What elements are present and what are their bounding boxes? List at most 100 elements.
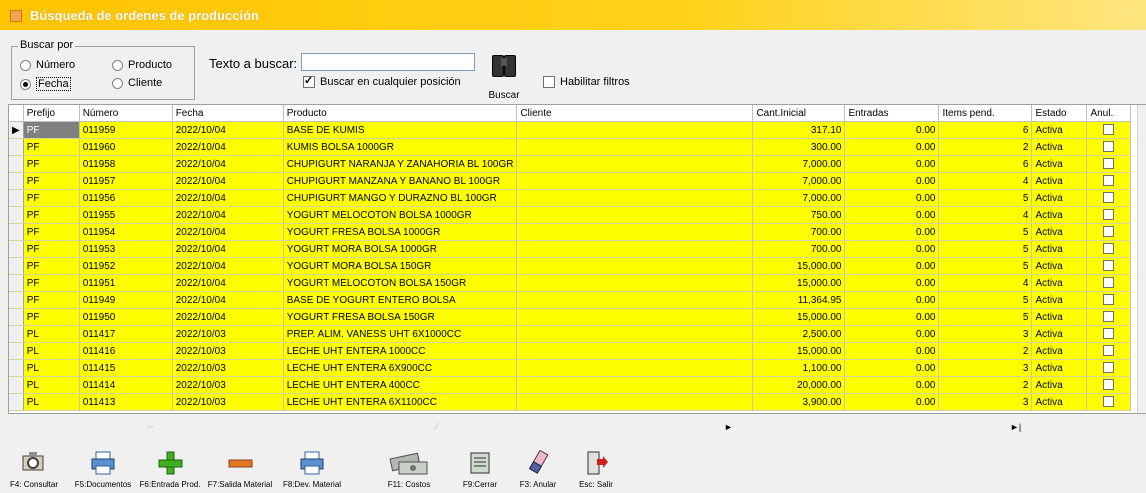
cell-estado[interactable]: Activa [1031, 359, 1088, 377]
cell-cant-inicial[interactable]: 317.10 [752, 121, 846, 139]
row-indicator[interactable] [9, 308, 24, 326]
cell-cant-inicial[interactable]: 15,000.00 [752, 308, 846, 326]
cell-prefijo[interactable]: PL [23, 393, 80, 411]
cell-fecha[interactable]: 2022/10/03 [172, 342, 284, 360]
cell-cliente[interactable] [516, 223, 754, 241]
cell-fecha[interactable]: 2022/10/04 [172, 257, 284, 275]
cell-fecha[interactable]: 2022/10/03 [172, 359, 284, 377]
cell-prefijo[interactable]: PL [23, 376, 80, 394]
cell-cant-inicial[interactable]: 15,000.00 [752, 342, 846, 360]
anul-checkbox[interactable] [1103, 379, 1115, 391]
cell-estado[interactable]: Activa [1031, 155, 1088, 173]
table-row[interactable]: PF 011950 2022/10/04 YOGURT FRESA BOLSA 150… [9, 308, 1132, 326]
cell-anul[interactable] [1086, 342, 1132, 360]
cell-entradas[interactable]: 0.00 [844, 376, 940, 394]
cell-cliente[interactable] [516, 342, 754, 360]
cell-cliente[interactable] [516, 274, 754, 292]
cell-prefijo[interactable]: PF [23, 121, 80, 139]
anul-checkbox[interactable] [1103, 175, 1115, 187]
row-indicator[interactable] [9, 359, 24, 377]
table-row[interactable]: PF 011958 2022/10/04 CHUPIGURT NARANJA Y ZA… [9, 155, 1132, 173]
cell-prefijo[interactable]: PF [23, 155, 80, 173]
cell-producto[interactable]: CHUPIGURT MANGO Y DURAZNO BL 100GR [283, 189, 518, 207]
cell-items-pend[interactable]: 4 [938, 274, 1033, 292]
cell-estado[interactable]: Activa [1031, 138, 1088, 156]
anul-checkbox[interactable] [1103, 141, 1115, 153]
salida-material-button[interactable]: F7:Salida Material [206, 450, 274, 489]
cell-cant-inicial[interactable]: 750.00 [752, 206, 846, 224]
cell-items-pend[interactable]: 5 [938, 308, 1033, 326]
cell-cant-inicial[interactable]: 7,000.00 [752, 155, 846, 173]
cell-entradas[interactable]: 0.00 [844, 121, 940, 139]
table-row[interactable]: PF 011952 2022/10/04 YOGURT MORA BOLSA 150G… [9, 257, 1132, 275]
cell-producto[interactable]: YOGURT MORA BOLSA 1000GR [283, 240, 518, 258]
table-row[interactable]: PF 011954 2022/10/04 YOGURT FRESA BOLSA 100… [9, 223, 1132, 241]
table-row[interactable]: PL 011415 2022/10/03 LECHE UHT ENTERA 6X900… [9, 359, 1132, 377]
row-indicator[interactable] [9, 342, 24, 360]
cell-fecha[interactable]: 2022/10/04 [172, 155, 284, 173]
radio-numero-dot[interactable] [20, 59, 31, 71]
cell-anul[interactable] [1086, 291, 1132, 309]
col-header-cant-inicial[interactable]: Cant.Inicial [752, 105, 846, 122]
col-header-prefijo[interactable]: Prefijo [23, 105, 80, 122]
cell-entradas[interactable]: 0.00 [844, 257, 940, 275]
cell-numero[interactable]: 011955 [79, 206, 173, 224]
cell-entradas[interactable]: 0.00 [844, 189, 940, 207]
cell-estado[interactable]: Activa [1031, 257, 1088, 275]
cell-entradas[interactable]: 0.00 [844, 325, 940, 343]
cell-items-pend[interactable]: 5 [938, 189, 1033, 207]
cell-numero[interactable]: 011960 [79, 138, 173, 156]
cell-anul[interactable] [1086, 325, 1132, 343]
cell-anul[interactable] [1086, 376, 1132, 394]
search-input[interactable] [301, 53, 475, 71]
cell-anul[interactable] [1086, 223, 1132, 241]
cell-cant-inicial[interactable]: 700.00 [752, 240, 846, 258]
anul-checkbox[interactable] [1103, 192, 1115, 204]
cell-fecha[interactable]: 2022/10/04 [172, 206, 284, 224]
cell-items-pend[interactable]: 5 [938, 257, 1033, 275]
row-indicator[interactable] [9, 155, 24, 173]
cell-cliente[interactable] [516, 359, 754, 377]
cell-entradas[interactable]: 0.00 [844, 206, 940, 224]
cell-entradas[interactable]: 0.00 [844, 359, 940, 377]
vertical-scrollbar[interactable] [1137, 105, 1146, 413]
table-row[interactable]: PL 011416 2022/10/03 LECHE UHT ENTERA 1000C… [9, 342, 1132, 360]
orders-grid[interactable]: Prefijo Número Fecha Producto Cliente Ca… [8, 104, 1146, 414]
cell-numero[interactable]: 011414 [79, 376, 173, 394]
table-row[interactable]: PL 011417 2022/10/03 PREP. ALIM. VANESS UHT… [9, 325, 1132, 343]
cell-fecha[interactable]: 2022/10/03 [172, 376, 284, 394]
cell-cant-inicial[interactable]: 700.00 [752, 223, 846, 241]
cerrar-button[interactable]: F9:Cerrar [458, 450, 502, 489]
radio-cliente-dot[interactable] [112, 77, 123, 89]
row-indicator[interactable] [9, 376, 24, 394]
cell-producto[interactable]: BASE DE YOGURT ENTERO BOLSA [283, 291, 518, 309]
col-header-entradas[interactable]: Entradas [844, 105, 940, 122]
cell-cant-inicial[interactable]: 15,000.00 [752, 274, 846, 292]
cell-numero[interactable]: 011415 [79, 359, 173, 377]
cell-prefijo[interactable]: PF [23, 291, 80, 309]
cell-cant-inicial[interactable]: 20,000.00 [752, 376, 846, 394]
cell-cliente[interactable] [516, 393, 754, 411]
cell-cliente[interactable] [516, 325, 754, 343]
anul-checkbox[interactable] [1103, 311, 1115, 323]
cell-cant-inicial[interactable]: 2,500.00 [752, 325, 846, 343]
col-header-anul[interactable]: Anul. [1086, 105, 1132, 122]
cell-cant-inicial[interactable]: 7,000.00 [752, 189, 846, 207]
row-indicator[interactable]: ▶ [9, 121, 24, 139]
cell-numero[interactable]: 011951 [79, 274, 173, 292]
row-indicator[interactable] [9, 189, 24, 207]
cell-estado[interactable]: Activa [1031, 172, 1088, 190]
anul-checkbox[interactable] [1103, 260, 1115, 272]
radio-fecha-dot[interactable] [20, 78, 31, 90]
cell-producto[interactable]: PREP. ALIM. VANESS UHT 6X1000CC [283, 325, 518, 343]
cell-producto[interactable]: YOGURT MORA BOLSA 150GR [283, 257, 518, 275]
last-record-icon[interactable]: ►| [1010, 422, 1021, 432]
cell-producto[interactable]: YOGURT MELOCOTON BOLSA 1000GR [283, 206, 518, 224]
table-row[interactable]: PF 011953 2022/10/04 YOGURT MORA BOLSA 1000… [9, 240, 1132, 258]
anul-checkbox[interactable] [1103, 277, 1115, 289]
col-header-estado[interactable]: Estado [1031, 105, 1088, 122]
cell-prefijo[interactable]: PF [23, 138, 80, 156]
enable-filters-checkbox[interactable]: Habilitar filtros [543, 76, 630, 88]
documentos-button[interactable]: F5:Documentos [70, 450, 136, 489]
anular-button[interactable]: F3: Anular [518, 449, 558, 489]
